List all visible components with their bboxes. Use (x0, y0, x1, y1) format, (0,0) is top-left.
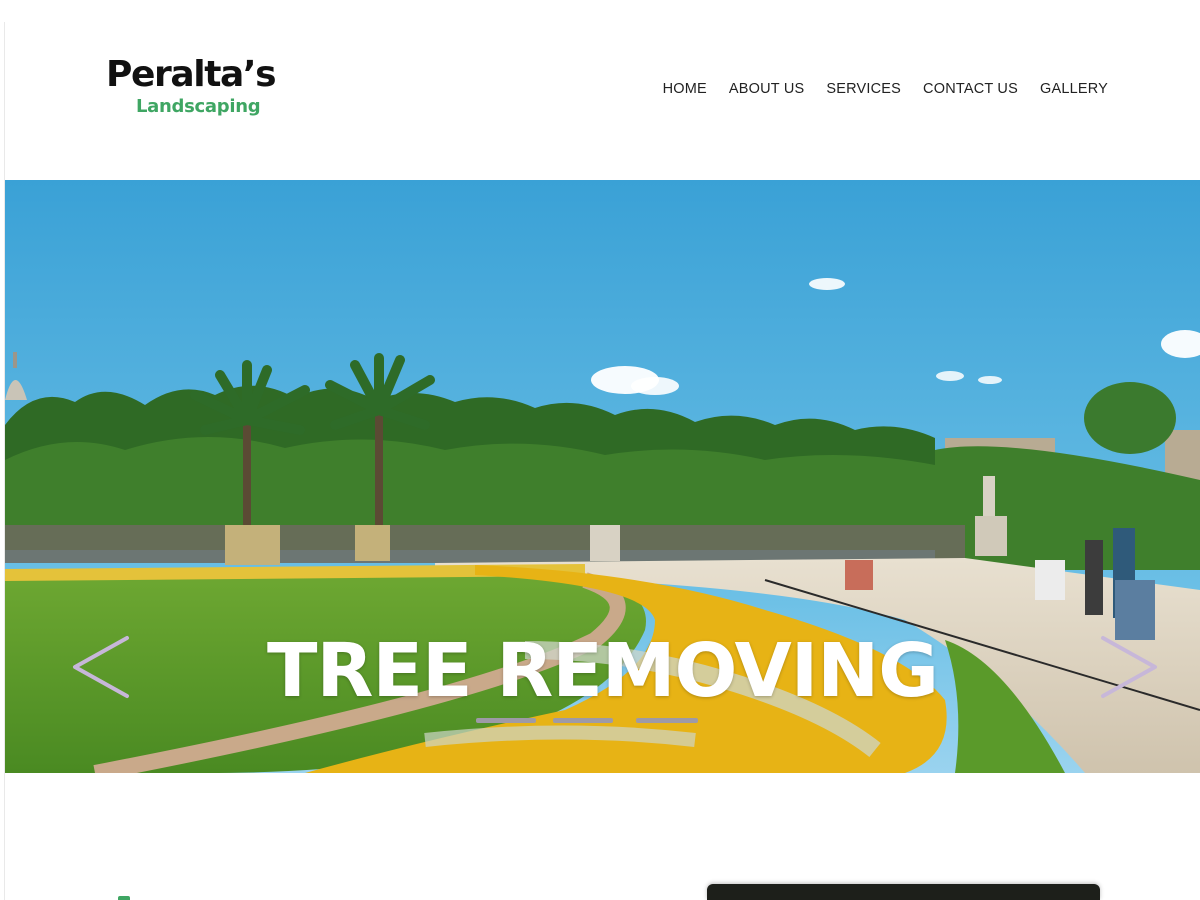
slider-indicator-2[interactable] (553, 718, 613, 723)
slider-next-button[interactable] (1095, 632, 1165, 702)
logo-title: Peralta’s (106, 54, 277, 95)
slider-indicators (476, 718, 716, 726)
chevron-right-icon (1101, 636, 1157, 698)
nav-services[interactable]: SERVICES (826, 80, 901, 98)
site-header: Peralta’s Landscaping HOME ABOUT US SERV… (0, 0, 1200, 180)
slider-indicator-1[interactable] (476, 718, 536, 723)
section-image-card (707, 884, 1100, 900)
hero-slider: TREE REMOVING (5, 180, 1200, 773)
slider-prev-button[interactable] (65, 632, 135, 702)
hero-slide-title: TREE REMOVING (267, 628, 939, 714)
nav-home[interactable]: HOME (663, 80, 707, 98)
logo-tagline: Landscaping (136, 96, 261, 117)
nav-about-us[interactable]: ABOUT US (729, 80, 804, 98)
nav-gallery[interactable]: GALLERY (1040, 80, 1108, 98)
slider-indicator-3[interactable] (636, 718, 698, 723)
section-accent-mark (118, 896, 130, 900)
main-nav: HOME ABOUT US SERVICES CONTACT US GALLER… (663, 80, 1108, 98)
chevron-left-icon (73, 636, 129, 698)
site-logo[interactable]: Peralta’s Landscaping (106, 54, 296, 130)
nav-contact-us[interactable]: CONTACT US (923, 80, 1018, 98)
